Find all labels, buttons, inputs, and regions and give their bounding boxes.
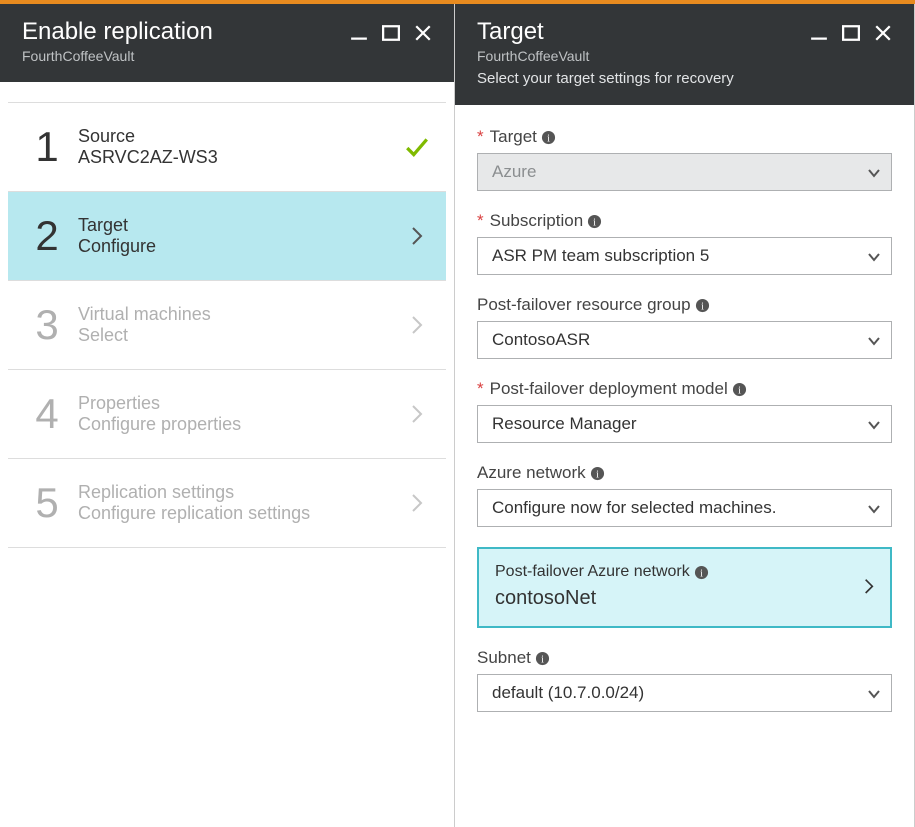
azure-network-dropdown[interactable]: Configure now for selected machines. xyxy=(477,489,892,527)
chevron-down-icon xyxy=(867,249,881,263)
info-icon[interactable]: i xyxy=(732,382,747,397)
selector-value: contosoNet xyxy=(495,587,709,610)
svg-text:i: i xyxy=(701,301,704,312)
step-virtual-machines[interactable]: 3 Virtual machines Select xyxy=(8,281,446,370)
step-subtitle: Select xyxy=(78,325,402,346)
svg-text:i: i xyxy=(547,133,550,144)
info-icon[interactable]: i xyxy=(590,466,605,481)
chevron-right-icon xyxy=(411,315,423,335)
info-icon[interactable]: i xyxy=(587,214,602,229)
step-target[interactable]: 2 Target Configure xyxy=(8,192,446,281)
field-azure-network: Azure network i Configure now for select… xyxy=(477,463,892,527)
step-number: 2 xyxy=(22,212,72,260)
subnet-dropdown[interactable]: default (10.7.0.0/24) xyxy=(477,674,892,712)
chevron-right-icon xyxy=(411,226,423,246)
field-label-text: Post-failover Azure network xyxy=(495,563,690,581)
step-properties[interactable]: 4 Properties Configure properties xyxy=(8,370,446,459)
chevron-right-icon xyxy=(411,404,423,424)
step-subtitle: ASRVC2AZ-WS3 xyxy=(78,147,402,168)
field-deployment-model: * Post-failover deployment model i Resou… xyxy=(477,379,892,443)
info-icon[interactable]: i xyxy=(694,565,709,580)
dropdown-value: ContosoASR xyxy=(492,330,590,350)
deployment-model-dropdown[interactable]: Resource Manager xyxy=(477,405,892,443)
step-number: 3 xyxy=(22,301,72,349)
required-indicator: * xyxy=(477,379,484,399)
field-label-text: Post-failover resource group xyxy=(477,295,691,315)
field-label-text: Subnet xyxy=(477,648,531,668)
blade-subtitle: FourthCoffeeVault xyxy=(477,48,800,64)
field-label-text: Post-failover deployment model xyxy=(490,379,728,399)
required-indicator: * xyxy=(477,211,484,231)
step-number: 5 xyxy=(22,479,72,527)
step-title: Properties xyxy=(78,393,402,414)
blade-title: Enable replication xyxy=(22,18,340,46)
field-subscription: * Subscription i ASR PM team subscriptio… xyxy=(477,211,892,275)
step-replication-settings[interactable]: 5 Replication settings Configure replica… xyxy=(8,459,446,548)
chevron-down-icon xyxy=(867,686,881,700)
svg-text:i: i xyxy=(596,469,599,480)
minimize-button[interactable] xyxy=(350,24,368,42)
step-number: 4 xyxy=(22,390,72,438)
checkmark-icon xyxy=(404,134,430,160)
step-title: Replication settings xyxy=(78,482,402,503)
field-resource-group: Post-failover resource group i ContosoAS… xyxy=(477,295,892,359)
dropdown-value: Resource Manager xyxy=(492,414,637,434)
dropdown-value: Azure xyxy=(492,162,536,182)
target-blade: Target FourthCoffeeVault Select your tar… xyxy=(455,4,915,827)
step-title: Target xyxy=(78,215,402,236)
field-label-text: Target xyxy=(490,127,537,147)
field-target: * Target i Azure xyxy=(477,127,892,191)
blade-subtitle: FourthCoffeeVault xyxy=(22,48,340,64)
enable-replication-blade: Enable replication FourthCoffeeVault 1 xyxy=(0,4,455,827)
svg-text:i: i xyxy=(738,385,741,396)
step-title: Source xyxy=(78,126,402,147)
chevron-right-icon xyxy=(864,578,874,596)
chevron-down-icon xyxy=(867,417,881,431)
close-button[interactable] xyxy=(874,24,892,42)
svg-text:i: i xyxy=(541,654,544,665)
blade-description: Select your target settings for recovery xyxy=(477,70,800,87)
chevron-right-icon xyxy=(411,493,423,513)
step-subtitle: Configure replication settings xyxy=(78,503,402,524)
blade-header-left: Enable replication FourthCoffeeVault xyxy=(0,4,454,82)
chevron-down-icon xyxy=(867,501,881,515)
field-label-text: Azure network xyxy=(477,463,586,483)
chevron-down-icon xyxy=(867,165,881,179)
step-subtitle: Configure xyxy=(78,236,402,257)
step-source[interactable]: 1 Source ASRVC2AZ-WS3 xyxy=(8,102,446,192)
field-label-text: Subscription xyxy=(490,211,584,231)
dropdown-value: Configure now for selected machines. xyxy=(492,498,776,518)
maximize-button[interactable] xyxy=(842,24,860,42)
chevron-down-icon xyxy=(867,333,881,347)
info-icon[interactable]: i xyxy=(541,130,556,145)
required-indicator: * xyxy=(477,127,484,147)
field-subnet: Subnet i default (10.7.0.0/24) xyxy=(477,648,892,712)
dropdown-value: default (10.7.0.0/24) xyxy=(492,683,644,703)
blade-title: Target xyxy=(477,18,800,46)
close-button[interactable] xyxy=(414,24,432,42)
maximize-button[interactable] xyxy=(382,24,400,42)
minimize-button[interactable] xyxy=(810,24,828,42)
step-number: 1 xyxy=(22,123,72,171)
blade-header-right: Target FourthCoffeeVault Select your tar… xyxy=(455,4,914,105)
info-icon[interactable]: i xyxy=(535,651,550,666)
dropdown-value: ASR PM team subscription 5 xyxy=(492,246,709,266)
subscription-dropdown[interactable]: ASR PM team subscription 5 xyxy=(477,237,892,275)
step-title: Virtual machines xyxy=(78,304,402,325)
post-failover-network-selector[interactable]: Post-failover Azure network i contosoNet xyxy=(477,547,892,628)
svg-text:i: i xyxy=(700,568,703,579)
svg-text:i: i xyxy=(593,217,596,228)
target-dropdown: Azure xyxy=(477,153,892,191)
info-icon[interactable]: i xyxy=(695,298,710,313)
step-subtitle: Configure properties xyxy=(78,414,402,435)
resource-group-dropdown[interactable]: ContosoASR xyxy=(477,321,892,359)
